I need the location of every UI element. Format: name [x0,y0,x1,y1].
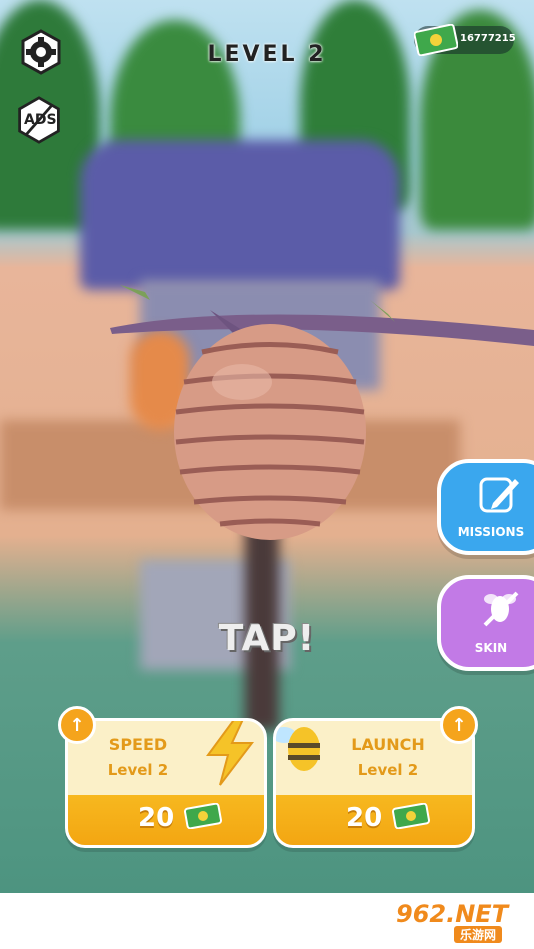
speed-title: SPEED [108,735,168,754]
speed-upgrade-badge: ↑ [58,706,96,744]
watermark-brand: 962.NET [396,900,509,928]
cash-icon [184,803,222,829]
launch-title: LAUNCH [351,735,425,754]
missions-label: MISSIONS [457,525,525,539]
money-counter: 16777215 [414,24,516,56]
watermark: 962.NET 乐游网 [394,898,528,944]
launch-upgrade-badge: ↑ [440,706,478,744]
no-ads-button[interactable]: ADS [15,96,63,144]
lightning-icon [206,721,255,786]
bee-icon [276,727,320,771]
cash-icon [392,803,430,829]
missions-button[interactable]: MISSIONS [437,459,534,555]
tap-prompt: TAP! [218,618,316,659]
up-arrow-icon: ↑ [451,714,467,736]
up-arrow-icon: ↑ [69,714,85,736]
beehive[interactable] [172,312,372,542]
watermark-subtitle: 乐游网 [454,926,503,943]
ads-label: ADS [24,112,57,128]
speed-price: 20 [138,803,175,833]
pencil-icon [479,477,519,513]
speed-level: Level 2 [107,761,169,779]
launch-price: 20 [346,803,383,833]
launch-level: Level 2 [357,761,419,779]
cash-icon [414,24,458,56]
speed-upgrade-card[interactable]: SPEED Level 2 20 [65,718,267,848]
money-amount: 16777215 [460,33,516,44]
